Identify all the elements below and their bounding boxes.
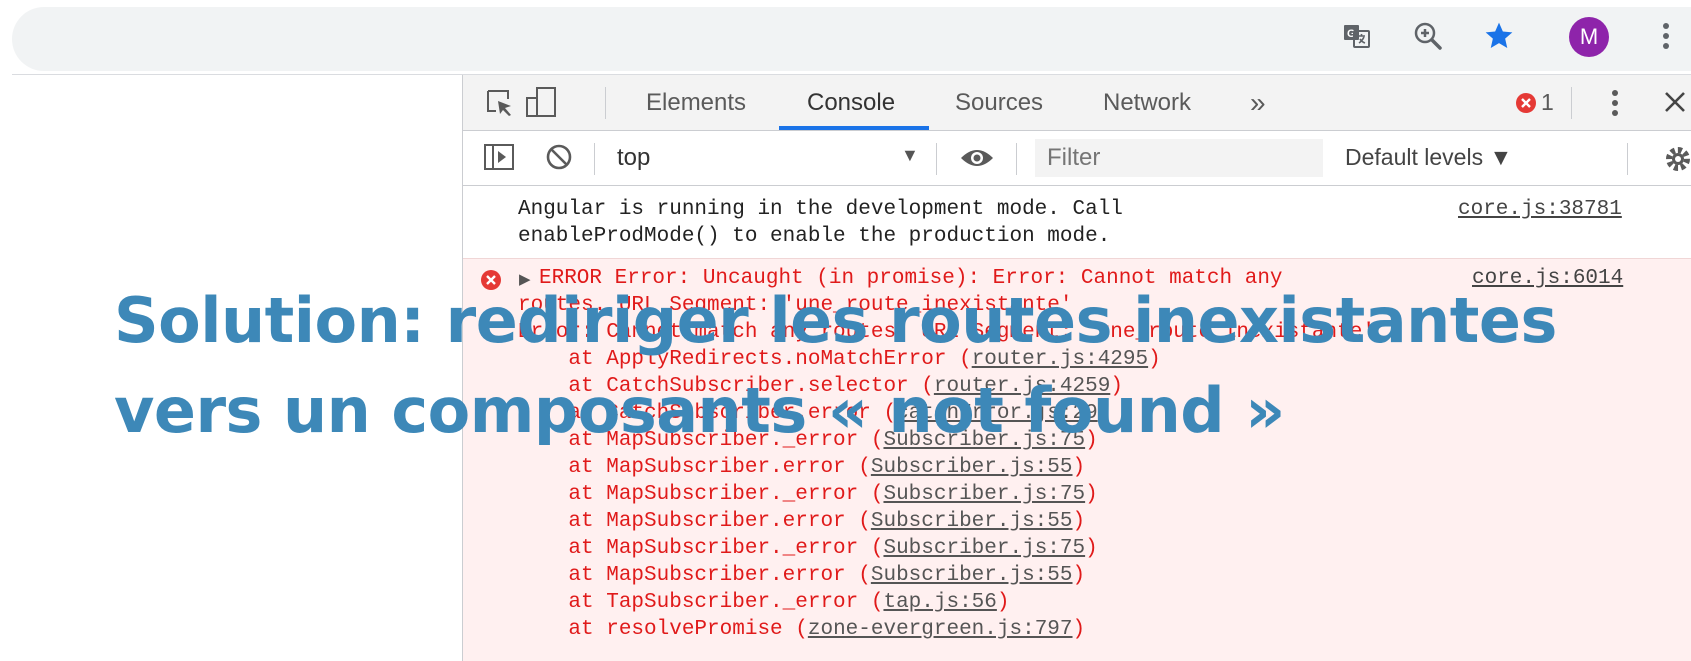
browser-toolbar: G M [0,0,1691,74]
separator [936,143,937,175]
context-value: top [617,144,651,171]
tab-sources[interactable]: Sources [955,75,1043,130]
stack-frame-text: at resolvePromise ( [518,618,808,641]
stack-frame-end: ) [996,591,1010,614]
headline-line-1: Solution: rediriger les routes inexistan… [114,284,1557,357]
stack-frame-end: ) [1085,537,1098,560]
console-filterbar: top ▼ Default levels ▼ [463,131,1691,186]
active-tab-indicator [779,126,929,130]
star-icon[interactable] [1483,20,1515,52]
context-selector[interactable]: top ▼ [605,131,919,185]
stack-frame-text: at MapSubscriber.error ( [518,456,871,479]
filter-input[interactable] [1035,139,1323,177]
stack-frame: at TapSubscriber._error (tap.js:56) [518,589,1161,616]
error-count-icon[interactable] [1515,92,1537,119]
message-line: enableProdMode() to enable the productio… [518,225,1111,248]
separator [1016,143,1017,175]
slide-headline: Solution: rediriger les routes inexistan… [114,276,1674,456]
stack-frame: at MapSubscriber.error (Subscriber.js:55… [518,508,1161,535]
stack-frame-link[interactable]: zone-evergreen.js:797 [808,618,1073,641]
stack-frame-end: ) [1072,456,1086,479]
eye-icon[interactable] [959,144,995,177]
chevron-down-icon: ▼ [901,145,919,165]
devtools-menu-icon[interactable] [1611,88,1619,123]
stack-frame-end: ) [1072,618,1086,641]
tab-console[interactable]: Console [807,75,895,130]
stack-frame-text: at MapSubscriber.error ( [518,510,871,533]
gear-icon[interactable] [1663,144,1691,179]
stack-frame-link[interactable]: Subscriber.js:75 [883,483,1085,506]
stack-frame-text: at MapSubscriber._error ( [518,483,884,506]
stack-frame-link[interactable]: Subscriber.js:75 [883,537,1085,560]
stack-frame-end: ) [1072,564,1086,587]
stack-frame-text: at MapSubscriber.error ( [518,564,871,587]
source-link[interactable]: core.js:38781 [1458,196,1622,223]
clear-console-icon[interactable] [545,143,573,176]
stack-frame-link[interactable]: Subscriber.js:55 [871,564,1073,587]
inspect-element-icon[interactable] [485,88,515,123]
device-toolbar-icon[interactable] [525,86,559,123]
stack-frame: at MapSubscriber._error (Subscriber.js:7… [518,481,1161,508]
separator [594,143,595,175]
message-line: Angular is running in the development mo… [518,198,1123,221]
stack-frame: at resolvePromise (zone-evergreen.js:797… [518,616,1161,643]
zoom-icon[interactable] [1412,20,1444,52]
stack-frame-end: ) [1072,510,1086,533]
stack-frame-end: ) [1085,483,1098,506]
separator [1627,143,1628,175]
separator [1571,87,1572,119]
console-message-info: Angular is running in the development mo… [463,186,1691,259]
translate-icon[interactable]: G [1341,20,1373,52]
more-vert-icon[interactable] [1650,20,1682,52]
devtools-tabbar: Elements Console Sources Network » 1 [463,75,1691,131]
avatar-letter: M [1579,24,1599,49]
stack-frame-text: at MapSubscriber._error ( [518,537,884,560]
stack-frame-link[interactable]: Subscriber.js:55 [871,456,1073,479]
sidebar-toggle-icon[interactable] [483,143,515,176]
log-levels-dropdown[interactable]: Default levels ▼ [1345,144,1512,171]
separator [605,87,606,119]
stack-frame: at MapSubscriber.error (Subscriber.js:55… [518,562,1161,589]
stack-frame: at MapSubscriber._error (Subscriber.js:7… [518,535,1161,562]
close-icon[interactable] [1663,90,1687,119]
more-tabs-button[interactable]: » [1250,75,1266,130]
error-count[interactable]: 1 [1541,75,1554,130]
stack-frame-link[interactable]: tap.js:56 [883,591,996,614]
stack-frame: at MapSubscriber.error (Subscriber.js:55… [518,454,1161,481]
tab-network[interactable]: Network [1103,75,1191,130]
stack-frame-text: at TapSubscriber._error ( [518,591,884,614]
headline-line-2: vers un composants « not found » [114,374,1285,447]
avatar[interactable]: M [1569,17,1609,57]
tab-elements[interactable]: Elements [646,75,746,130]
stack-frame-link[interactable]: Subscriber.js:55 [871,510,1073,533]
